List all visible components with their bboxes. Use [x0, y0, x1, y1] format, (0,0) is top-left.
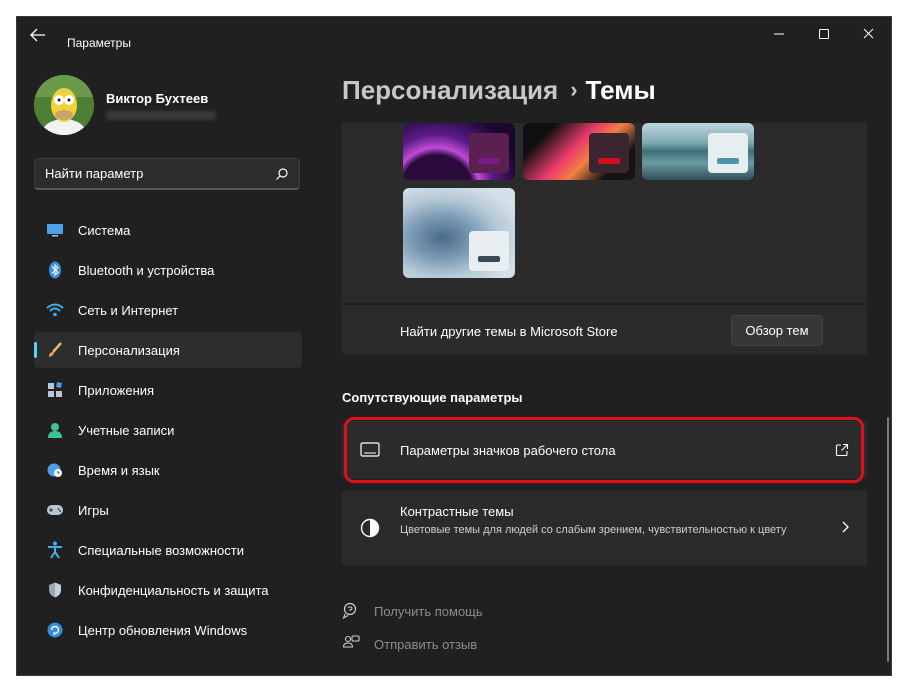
- sidebar-item-accounts[interactable]: Учетные записи: [34, 412, 302, 448]
- theme-swatch: [708, 133, 748, 173]
- microsoft-store-row: Найти другие темы в Microsoft Store Обзо…: [342, 304, 867, 355]
- contrast-themes-label: Контрастные темы: [400, 504, 514, 519]
- bluetooth-icon: [46, 261, 64, 279]
- sidebar-item-label: Система: [78, 222, 131, 238]
- sidebar-item-label: Центр обновления Windows: [78, 622, 248, 638]
- send-feedback-link[interactable]: Отправить отзыв: [342, 635, 477, 653]
- sidebar-item-label: Сеть и Интернет: [78, 302, 179, 318]
- sidebar-item-label: Bluetooth и устройства: [78, 262, 215, 278]
- title-bar: Параметры: [17, 17, 891, 51]
- sidebar-item-label: Конфиденциальность и защита: [78, 582, 269, 598]
- contrast-themes-card[interactable]: Контрастные темы Цветовые темы для людей…: [342, 491, 867, 565]
- person-icon: [46, 421, 64, 439]
- back-arrow-icon[interactable]: [29, 28, 47, 42]
- theme-swatch: [469, 133, 509, 173]
- contrast-icon: [360, 518, 380, 538]
- shield-icon: [46, 581, 64, 599]
- theme-swatch: [469, 231, 509, 271]
- sidebar-item-apps[interactable]: Приложения: [34, 372, 302, 408]
- sidebar-item-bluetooth[interactable]: Bluetooth и устройства: [34, 252, 302, 288]
- sidebar-item-gaming[interactable]: Игры: [34, 492, 302, 528]
- help-icon: [342, 602, 357, 620]
- theme-tile-lake[interactable]: [642, 123, 754, 180]
- sidebar-item-label: Время и язык: [78, 462, 160, 478]
- brush-icon: [46, 341, 64, 359]
- avatar[interactable]: [34, 75, 94, 135]
- apps-icon: [46, 381, 64, 399]
- user-name: Виктор Бухтеев: [106, 91, 209, 106]
- desktop-icon-settings-label: Параметры значков рабочего стола: [400, 443, 616, 458]
- feedback-icon: [342, 635, 360, 648]
- external-link-icon: [835, 443, 849, 457]
- sidebar-item-label: Игры: [78, 502, 109, 518]
- contrast-themes-description: Цветовые темы для людей со слабым зрение…: [400, 524, 787, 536]
- send-feedback-label: Отправить отзыв: [374, 636, 478, 652]
- gamepad-icon: [46, 501, 64, 519]
- wifi-icon: [46, 301, 64, 319]
- sidebar-item-label: Приложения: [78, 382, 155, 398]
- get-help-link[interactable]: Получить помощь: [342, 602, 483, 620]
- sidebar-item-label: Специальные возможности: [78, 542, 244, 558]
- sidebar-item-privacy[interactable]: Конфиденциальность и защита: [34, 572, 302, 608]
- sidebar-item-accessibility[interactable]: Специальные возможности: [34, 532, 302, 568]
- update-icon: [46, 621, 64, 639]
- close-icon[interactable]: [857, 25, 881, 43]
- sidebar-item-network[interactable]: Сеть и Интернет: [34, 292, 302, 328]
- get-help-label: Получить помощь: [374, 603, 483, 619]
- theme-tile-flower[interactable]: [523, 123, 635, 180]
- themes-grid: [342, 123, 867, 303]
- theme-tile-purple[interactable]: [403, 123, 515, 180]
- desktop-icon: [360, 442, 380, 457]
- app-title: Параметры: [67, 36, 131, 50]
- sidebar-item-label: Персонализация: [78, 342, 180, 358]
- page-title: Темы: [585, 75, 656, 105]
- sidebar-item-label: Учетные записи: [78, 422, 175, 438]
- user-email-blurred: [106, 111, 216, 120]
- breadcrumb-separator: ›: [570, 77, 578, 102]
- breadcrumb: Персонализация › Темы: [342, 75, 656, 106]
- accessibility-icon: [46, 541, 64, 559]
- theme-tile-bloom[interactable]: [403, 188, 515, 278]
- store-label: Найти другие темы в Microsoft Store: [400, 324, 618, 339]
- sidebar-item-personalization[interactable]: Персонализация: [34, 332, 302, 368]
- search-box[interactable]: [34, 158, 300, 190]
- sidebar-item-time-language[interactable]: Время и язык: [34, 452, 302, 488]
- chevron-right-icon: [842, 521, 849, 533]
- search-icon[interactable]: [275, 167, 289, 181]
- sidebar-nav: Система Bluetooth и устройства Сеть и Ин…: [34, 212, 302, 652]
- sidebar-item-system[interactable]: Система: [34, 212, 302, 248]
- search-input[interactable]: [45, 166, 265, 181]
- desktop-icon-settings-card[interactable]: Параметры значков рабочего стола: [342, 421, 867, 479]
- browse-themes-button[interactable]: Обзор тем: [731, 315, 823, 346]
- theme-swatch: [589, 133, 629, 173]
- maximize-icon[interactable]: [812, 25, 836, 43]
- breadcrumb-parent[interactable]: Персонализация: [342, 75, 558, 105]
- display-icon: [46, 221, 64, 239]
- settings-window: Параметры Виктор Бухтеев Найти параметр …: [16, 16, 892, 676]
- related-settings-title: Сопутствующие параметры: [342, 390, 523, 405]
- sidebar-item-windows-update[interactable]: Центр обновления Windows: [34, 612, 302, 648]
- scrollbar[interactable]: [887, 417, 889, 662]
- globe-clock-icon: [46, 461, 64, 479]
- minimize-icon[interactable]: [767, 25, 791, 43]
